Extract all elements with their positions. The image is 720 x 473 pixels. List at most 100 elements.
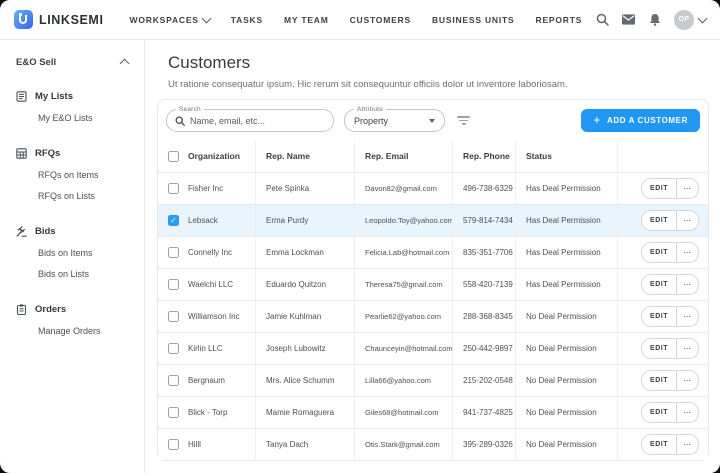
table-row[interactable]: Blick - Torp Mamie Romaguera Giles68@hot… xyxy=(158,396,708,428)
edit-button[interactable]: EDIT ⋯ xyxy=(641,306,699,327)
more-options-button[interactable]: ⋯ xyxy=(676,179,698,198)
edit-button[interactable]: EDIT ⋯ xyxy=(641,242,699,263)
rep-phone-cell: 250-442-9897 xyxy=(453,333,516,364)
table-row[interactable]: Kirlin LLC Joseph Lubowitz Chaunceyin@ho… xyxy=(158,332,708,364)
table-row[interactable]: Waelchi LLC Eduardo Quitzon Theresa75@gm… xyxy=(158,268,708,300)
sidebar-item-rfqs-on-lists[interactable]: RFQs on Lists xyxy=(0,185,144,206)
sidebar-section-orders[interactable]: Orders xyxy=(0,298,144,320)
user-menu[interactable]: OP xyxy=(674,9,708,30)
more-options-button[interactable]: ⋯ xyxy=(676,371,698,390)
more-options-button[interactable]: ⋯ xyxy=(676,403,698,422)
sidebar-item-my-eo-lists[interactable]: My E&O Lists xyxy=(0,107,144,128)
more-options-button[interactable]: ⋯ xyxy=(676,243,698,262)
attribute-value: Property xyxy=(354,115,389,126)
nav-workspaces[interactable]: WORKSPACES xyxy=(130,13,212,25)
row-checkbox[interactable] xyxy=(168,407,179,418)
edit-button[interactable]: EDIT ⋯ xyxy=(641,210,699,231)
select-all-checkbox[interactable] xyxy=(168,150,179,162)
page-title: Customers xyxy=(168,53,251,72)
table-header-row: Organization Rep. Name Rep. Email Rep. P… xyxy=(158,140,708,172)
sidebar-item-manage-orders[interactable]: Manage Orders xyxy=(0,320,144,341)
col-status: Status xyxy=(516,140,618,172)
search-placeholder: Name, email, etc... xyxy=(190,115,266,126)
edit-button[interactable]: EDIT ⋯ xyxy=(641,402,699,423)
nav-tasks[interactable]: TASKS xyxy=(231,15,263,25)
rep-email-cell: Otis.Stark@gmail.com xyxy=(355,429,453,460)
sidebar-header[interactable]: E&O Sell xyxy=(0,53,144,71)
gavel-icon xyxy=(16,225,27,237)
rep-name-cell: Joseph Lubowitz xyxy=(256,333,355,364)
bell-icon[interactable] xyxy=(648,13,661,26)
more-options-button[interactable]: ⋯ xyxy=(676,339,698,358)
row-checkbox[interactable] xyxy=(168,183,179,194)
mail-icon[interactable] xyxy=(622,13,635,26)
rep-phone-cell: 288-368-8345 xyxy=(453,301,516,332)
sidebar-section-rfqs[interactable]: RFQs xyxy=(0,142,144,164)
rep-phone-cell: 215-202-0548 xyxy=(453,365,516,396)
col-rep-phone: Rep. Phone xyxy=(453,140,516,172)
rep-name-cell: Mamie Romaguera xyxy=(256,397,355,428)
edit-button[interactable]: EDIT ⋯ xyxy=(641,434,699,455)
rep-email-cell: Chaunceyin@hotmail.com xyxy=(355,333,453,364)
filter-icon[interactable] xyxy=(457,116,470,125)
edit-button[interactable]: EDIT ⋯ xyxy=(641,338,699,359)
rep-email-cell: Felicia.Lab@hotmail.com xyxy=(355,237,453,268)
row-checkbox[interactable] xyxy=(168,311,179,322)
table-row[interactable]: Hilll Tanya Dach Otis.Stark@gmail.com 39… xyxy=(158,428,708,460)
rep-phone-cell: 579-814-7434 xyxy=(453,205,516,236)
sidebar-section-bids[interactable]: Bids xyxy=(0,220,144,242)
rep-email-cell: Pearlie62@yahoo.com xyxy=(355,301,453,332)
sidebar-item-bids-on-lists[interactable]: Bids on Lists xyxy=(0,263,144,284)
table-row[interactable]: Bergnaum Mrs. Alice Schumm Lilla66@yahoo… xyxy=(158,364,708,396)
nav-business-units[interactable]: BUSINESS UNITS xyxy=(432,15,515,25)
table-row[interactable]: Fisher Inc Pete Spinka Davon82@gmail.com… xyxy=(158,172,708,204)
brand-logo[interactable]: LINKSEMI xyxy=(14,10,104,29)
list-icon xyxy=(16,90,27,102)
status-cell: Has Deal Permission xyxy=(516,237,618,268)
customers-card: Search Name, email, etc... Attribute Pro… xyxy=(157,99,709,461)
edit-button[interactable]: EDIT ⋯ xyxy=(641,178,699,199)
table-row[interactable]: Williamson Inc Jamie Kuhlman Pearlie62@y… xyxy=(158,300,708,332)
more-options-button[interactable]: ⋯ xyxy=(676,211,698,230)
more-options-button[interactable]: ⋯ xyxy=(676,307,698,326)
more-options-button[interactable]: ⋯ xyxy=(676,275,698,294)
row-checkbox[interactable] xyxy=(168,247,179,258)
row-checkbox[interactable] xyxy=(168,375,179,386)
more-options-button[interactable]: ⋯ xyxy=(676,435,698,454)
top-navbar: LINKSEMI WORKSPACES TASKS MY TEAM CUSTOM… xyxy=(0,0,720,40)
search-input[interactable]: Search Name, email, etc... xyxy=(166,106,334,132)
table-toolbar: Search Name, email, etc... Attribute Pro… xyxy=(158,100,708,140)
rep-phone-cell: 496-738-6329 xyxy=(453,173,516,204)
nav-my-team[interactable]: MY TEAM xyxy=(284,15,329,25)
rep-name-cell: Erma Purdy xyxy=(256,205,355,236)
table-row[interactable]: Lebsack Erma Purdy Leopoldo.Toy@yahoo.co… xyxy=(158,204,708,236)
sidebar: E&O Sell My Lists My E&O Lists RFQs RFQs… xyxy=(0,40,145,473)
edit-button[interactable]: EDIT ⋯ xyxy=(641,274,699,295)
avatar: OP xyxy=(674,9,694,30)
table-row[interactable]: Connelly Inc Emma Lockman Felicia.Lab@ho… xyxy=(158,236,708,268)
customers-table: Organization Rep. Name Rep. Email Rep. P… xyxy=(158,140,708,460)
sidebar-title: E&O Sell xyxy=(16,56,57,68)
search-icon[interactable] xyxy=(596,13,609,26)
sidebar-item-rfqs-on-items[interactable]: RFQs on Items xyxy=(0,164,144,185)
sidebar-section-my-lists[interactable]: My Lists xyxy=(0,85,144,107)
row-checkbox[interactable] xyxy=(168,343,179,354)
rep-email-cell: Giles68@hotmail.com xyxy=(355,397,453,428)
brand-logo-icon xyxy=(14,10,33,29)
rep-phone-cell: 395-289-0326 xyxy=(453,429,516,460)
row-checkbox[interactable] xyxy=(168,439,179,450)
status-cell: Has Deal Permission xyxy=(516,205,618,236)
add-customer-button[interactable]: + ADD A CUSTOMER xyxy=(581,109,700,132)
row-checkbox[interactable] xyxy=(168,279,179,290)
nav-reports[interactable]: REPORTS xyxy=(536,15,583,25)
main-nav: WORKSPACES TASKS MY TEAM CUSTOMERS BUSIN… xyxy=(130,13,583,25)
org-cell: Kirlin LLC xyxy=(188,344,223,353)
attribute-select[interactable]: Attribute Property xyxy=(344,106,445,132)
main-content: Customers Ut ratione consequatur ipsum. … xyxy=(145,40,720,473)
rep-email-cell: Theresa75@gmail.com xyxy=(355,269,453,300)
nav-customers[interactable]: CUSTOMERS xyxy=(350,15,411,25)
sidebar-item-bids-on-items[interactable]: Bids on Items xyxy=(0,242,144,263)
edit-button[interactable]: EDIT ⋯ xyxy=(641,370,699,391)
grid-icon xyxy=(16,147,27,159)
row-checkbox[interactable] xyxy=(168,215,179,226)
